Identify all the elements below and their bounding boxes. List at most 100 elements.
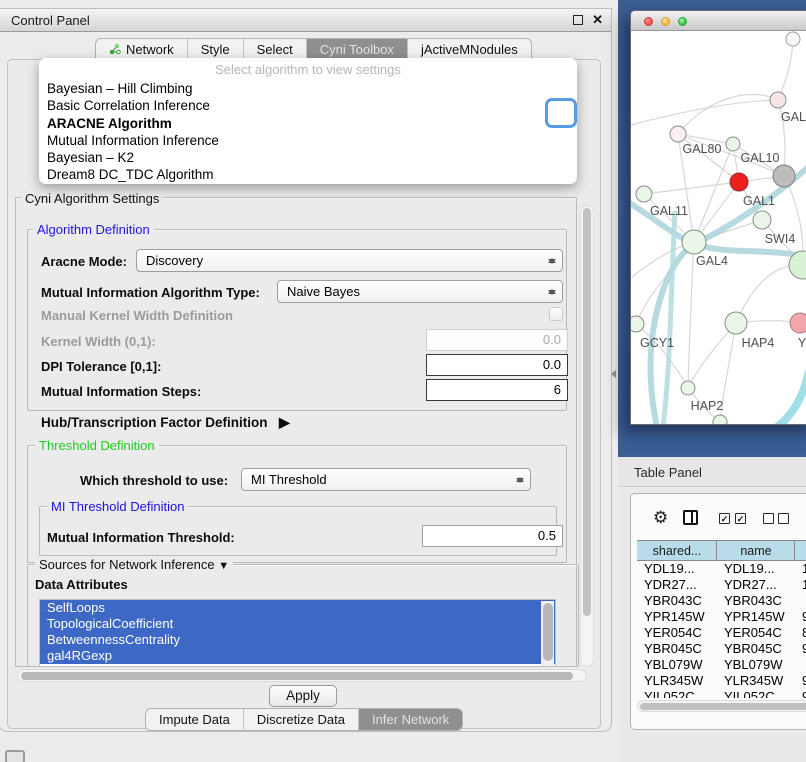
network-edge <box>688 323 736 388</box>
combo-arrows-icon <box>547 253 556 269</box>
apply-button[interactable]: Apply <box>269 685 337 707</box>
table-row[interactable]: YBR045CYBR045C9. <box>637 641 806 657</box>
tab-discretize-data[interactable]: Discretize Data <box>243 709 358 730</box>
algorithm-option[interactable]: Mutual Information Inference <box>39 132 577 149</box>
checkbox-unchecked-icon[interactable] <box>778 513 789 524</box>
control-panel-titlebar: Control Panel ✕ <box>0 9 611 32</box>
tab-style[interactable]: Style <box>187 39 243 59</box>
node-small-green[interactable] <box>726 137 740 151</box>
checkbox-checked-icon[interactable]: ✓ <box>719 513 730 524</box>
mi-steps-field[interactable]: 6 <box>426 379 568 401</box>
node-red[interactable] <box>730 173 748 191</box>
network-graph[interactable]: GALGAL80GAL10GAL1GAL11SWI4GAL4GCY1HAP4YH… <box>631 31 806 425</box>
algorithm-option[interactable]: Dream8 DC_TDC Algorithm <box>39 166 577 183</box>
dpi-tolerance-field[interactable]: 0.0 <box>426 354 568 376</box>
columns-icon[interactable] <box>683 510 698 525</box>
table-horizontal-scrollbar-thumb[interactable] <box>640 703 806 710</box>
network-edge <box>778 39 793 100</box>
float-window-icon[interactable] <box>573 15 583 25</box>
node-hap4[interactable] <box>725 312 747 334</box>
algorithm-option[interactable]: ARACNE Algorithm <box>39 115 577 132</box>
table-row[interactable]: YDL19...YDL19...13 <box>637 561 806 577</box>
table-cell: YLR345W <box>717 673 795 689</box>
table-cell: 9. <box>795 609 806 625</box>
network-node-label: GAL80 <box>683 142 722 156</box>
tab-infer-network[interactable]: Infer Network <box>358 709 462 730</box>
data-attribute-item[interactable]: BetweennessCentrality <box>40 632 555 648</box>
algorithm-option[interactable]: Basic Correlation Inference <box>39 97 577 114</box>
table-row[interactable]: YER054CYER054C8. <box>637 625 806 641</box>
tab-jactivemnodules[interactable]: jActiveMNodules <box>407 39 531 59</box>
node-gal1[interactable] <box>753 211 771 229</box>
inference-algorithm-combo-fragment[interactable] <box>545 98 577 128</box>
dpi-tolerance-label: DPI Tolerance [0,1]: <box>41 359 161 374</box>
checkbox-unchecked-icon[interactable] <box>763 513 774 524</box>
node-salmon[interactable] <box>790 313 806 333</box>
manual-kernel-checkbox[interactable] <box>549 307 563 321</box>
combo-arrows-icon <box>547 284 556 300</box>
panel-splitter-handle[interactable] <box>607 370 616 378</box>
data-attributes-list: SelfLoopsTopologicalCoefficientBetweenne… <box>39 599 556 667</box>
table-cell: YBR045C <box>717 641 795 657</box>
settings-vertical-scrollbar-thumb[interactable] <box>583 208 591 616</box>
algorithm-option[interactable]: Bayesian – K2 <box>39 149 577 166</box>
table-column-header[interactable]: A <box>795 541 806 560</box>
table-row[interactable]: YIL052CYIL052C9. <box>637 689 806 698</box>
aracne-mode-value: Discovery <box>146 253 203 268</box>
table-row[interactable]: YBR043CYBR043C <box>637 593 806 609</box>
tab-impute-data-label: Impute Data <box>159 709 230 730</box>
node-bottom-green[interactable] <box>713 415 727 425</box>
table-row[interactable]: YBL079WYBL079W <box>637 657 806 673</box>
minimize-traffic-light[interactable] <box>661 17 670 26</box>
network-node-label: SWI4 <box>765 232 796 246</box>
sources-title-text: Sources for Network Inference <box>39 557 215 572</box>
algorithm-option[interactable]: Bayesian – Hill Climbing <box>39 80 577 97</box>
settings-vertical-scrollbar[interactable] <box>580 205 594 667</box>
table-row[interactable]: YPR145WYPR145W9. <box>637 609 806 625</box>
node-hap2[interactable] <box>681 381 695 395</box>
threshold-definition-title: Threshold Definition <box>35 438 159 453</box>
mi-threshold-field[interactable]: 0.5 <box>422 525 563 547</box>
table-column-header[interactable]: shared... <box>637 541 717 560</box>
data-attribute-item[interactable]: TopologicalCoefficient <box>40 616 555 632</box>
data-attribute-item[interactable]: gal4RGexp <box>40 648 555 664</box>
aracne-mode-combo[interactable]: Discovery <box>136 249 563 272</box>
table-cell: YPR145W <box>717 609 795 625</box>
node-gal11[interactable] <box>636 186 652 202</box>
table-column-header[interactable]: name <box>717 541 795 560</box>
table-cell: 9. <box>795 689 806 698</box>
node-gcy1[interactable] <box>631 316 644 332</box>
sources-collapse-arrow-icon[interactable]: ▼ <box>218 560 229 572</box>
mi-type-combo[interactable]: Naive Bayes <box>277 280 563 303</box>
node-gal-pink[interactable] <box>770 92 786 108</box>
attributes-list-scrollbar[interactable] <box>541 601 554 667</box>
node-gal10-gray[interactable] <box>773 165 795 187</box>
checkbox-checked-icon[interactable]: ✓ <box>735 513 746 524</box>
tab-jactivemnodules-label: jActiveMNodules <box>421 39 518 60</box>
close-traffic-light[interactable] <box>644 17 653 26</box>
tab-cyni-toolbox[interactable]: Cyni Toolbox <box>306 39 407 59</box>
close-window-icon[interactable]: ✕ <box>592 12 603 28</box>
settings-horizontal-scrollbar-thumb[interactable] <box>21 672 573 680</box>
tab-discretize-data-label: Discretize Data <box>257 709 345 730</box>
gear-icon[interactable]: ⚙ <box>653 508 668 528</box>
settings-horizontal-scrollbar[interactable] <box>17 669 587 682</box>
table-cell: YBL079W <box>717 657 795 673</box>
attributes-list-scrollbar-thumb[interactable] <box>543 603 553 661</box>
zoom-traffic-light[interactable] <box>678 17 687 26</box>
data-attribute-item[interactable]: SelfLoops <box>40 600 555 616</box>
corner-widget-icon[interactable] <box>5 750 25 762</box>
node-partial-top[interactable] <box>786 32 800 46</box>
table-row[interactable]: YDR27...YDR27...12 <box>637 577 806 593</box>
kernel-width-field[interactable]: 0.0 <box>426 329 568 351</box>
tab-network[interactable]: Network <box>96 39 187 59</box>
which-threshold-combo[interactable]: MI Threshold <box>241 468 531 491</box>
node-gal80[interactable] <box>670 126 686 142</box>
node-gal4[interactable] <box>682 230 706 254</box>
tab-select[interactable]: Select <box>243 39 306 59</box>
table-row[interactable]: YLR345WYLR345W9. <box>637 673 806 689</box>
table-cell: YER054C <box>717 625 795 641</box>
tab-impute-data[interactable]: Impute Data <box>146 709 243 730</box>
table-horizontal-scrollbar[interactable] <box>637 700 806 712</box>
hub-expand-arrow-icon[interactable]: ▶ <box>279 414 290 431</box>
